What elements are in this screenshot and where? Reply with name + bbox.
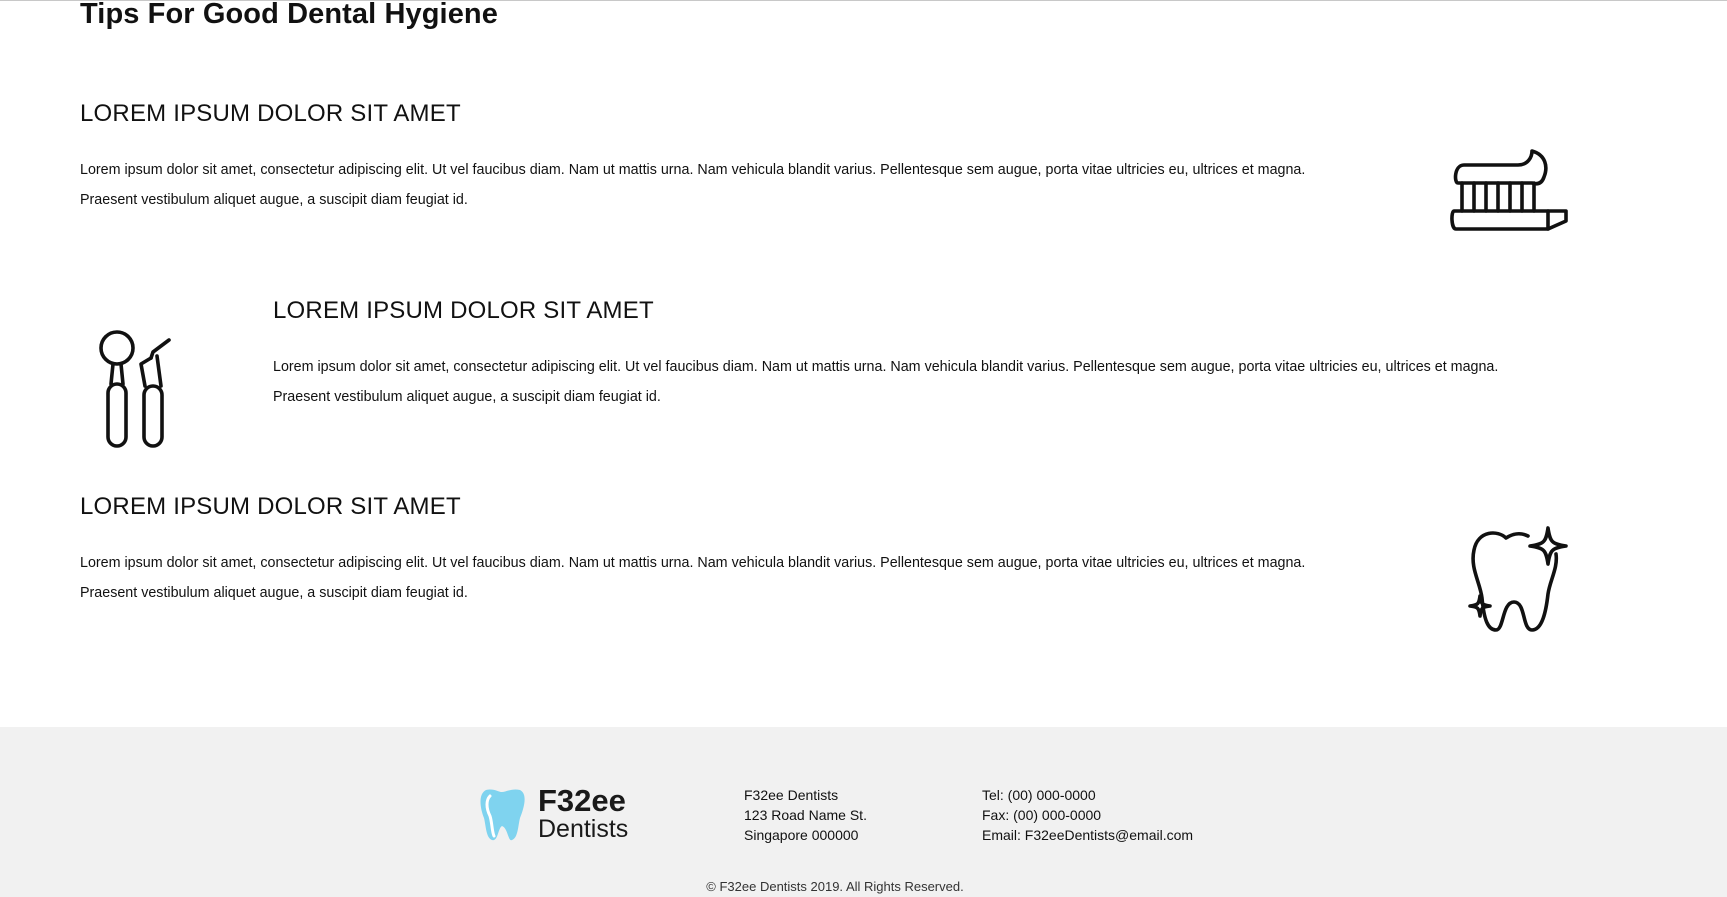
brand-subtitle: Dentists — [538, 815, 629, 843]
footer-contact: Tel: (00) 000-0000 Fax: (00) 000-0000 Em… — [982, 785, 1193, 845]
copyright-text: © F32ee Dentists 2019. All Rights Reserv… — [706, 879, 964, 894]
contact-email[interactable]: Email: F32eeDentists@email.com — [982, 825, 1193, 845]
address-line: F32ee Dentists — [744, 787, 839, 803]
tip-text-line: Lorem ipsum dolor sit amet, consectetur … — [273, 359, 1499, 375]
tip-text-line: Lorem ipsum dolor sit amet, consectetur … — [80, 555, 1306, 571]
tip-text-line: Lorem ipsum dolor sit amet, consectetur … — [80, 162, 1306, 178]
address-line: 123 Road Name St. — [744, 807, 867, 823]
toothbrush-icon — [1448, 147, 1570, 241]
tip-text-line: Praesent vestibulum aliquet augue, a sus… — [80, 192, 468, 208]
footer-address: F32ee Dentists 123 Road Name St. Singapo… — [744, 785, 867, 845]
brand-name: F32ee — [538, 783, 626, 818]
page-title: Tips For Good Dental Hygiene — [80, 0, 498, 30]
tip-heading: LOREM IPSUM DOLOR SIT AMET — [80, 100, 461, 127]
site-footer: F32ee Dentists F32ee Dentists 123 Road N… — [0, 727, 1727, 897]
contact-tel[interactable]: Tel: (00) 000-0000 — [982, 785, 1193, 805]
tip-text: Lorem ipsum dolor sit amet, consectetur … — [80, 155, 1305, 215]
sparkling-tooth-icon — [1466, 524, 1570, 634]
address-line: Singapore 000000 — [744, 827, 859, 843]
tip-text-line: Praesent vestibulum aliquet augue, a sus… — [80, 585, 468, 601]
tip-text: Lorem ipsum dolor sit amet, consectetur … — [273, 352, 1498, 412]
tip-section-2: LOREM IPSUM DOLOR SIT AMET Lorem ipsum d… — [273, 297, 1498, 412]
tip-section-3: LOREM IPSUM DOLOR SIT AMET Lorem ipsum d… — [80, 493, 1305, 608]
tip-text-line: Praesent vestibulum aliquet augue, a sus… — [273, 389, 661, 405]
dental-tools-icon — [97, 328, 177, 450]
tooth-logo-icon — [480, 789, 525, 841]
tip-section-1: LOREM IPSUM DOLOR SIT AMET Lorem ipsum d… — [80, 100, 1305, 215]
tip-text: Lorem ipsum dolor sit amet, consectetur … — [80, 548, 1305, 608]
tip-heading: LOREM IPSUM DOLOR SIT AMET — [80, 493, 461, 520]
contact-fax: Fax: (00) 000-0000 — [982, 807, 1102, 823]
tip-heading: LOREM IPSUM DOLOR SIT AMET — [273, 297, 654, 324]
